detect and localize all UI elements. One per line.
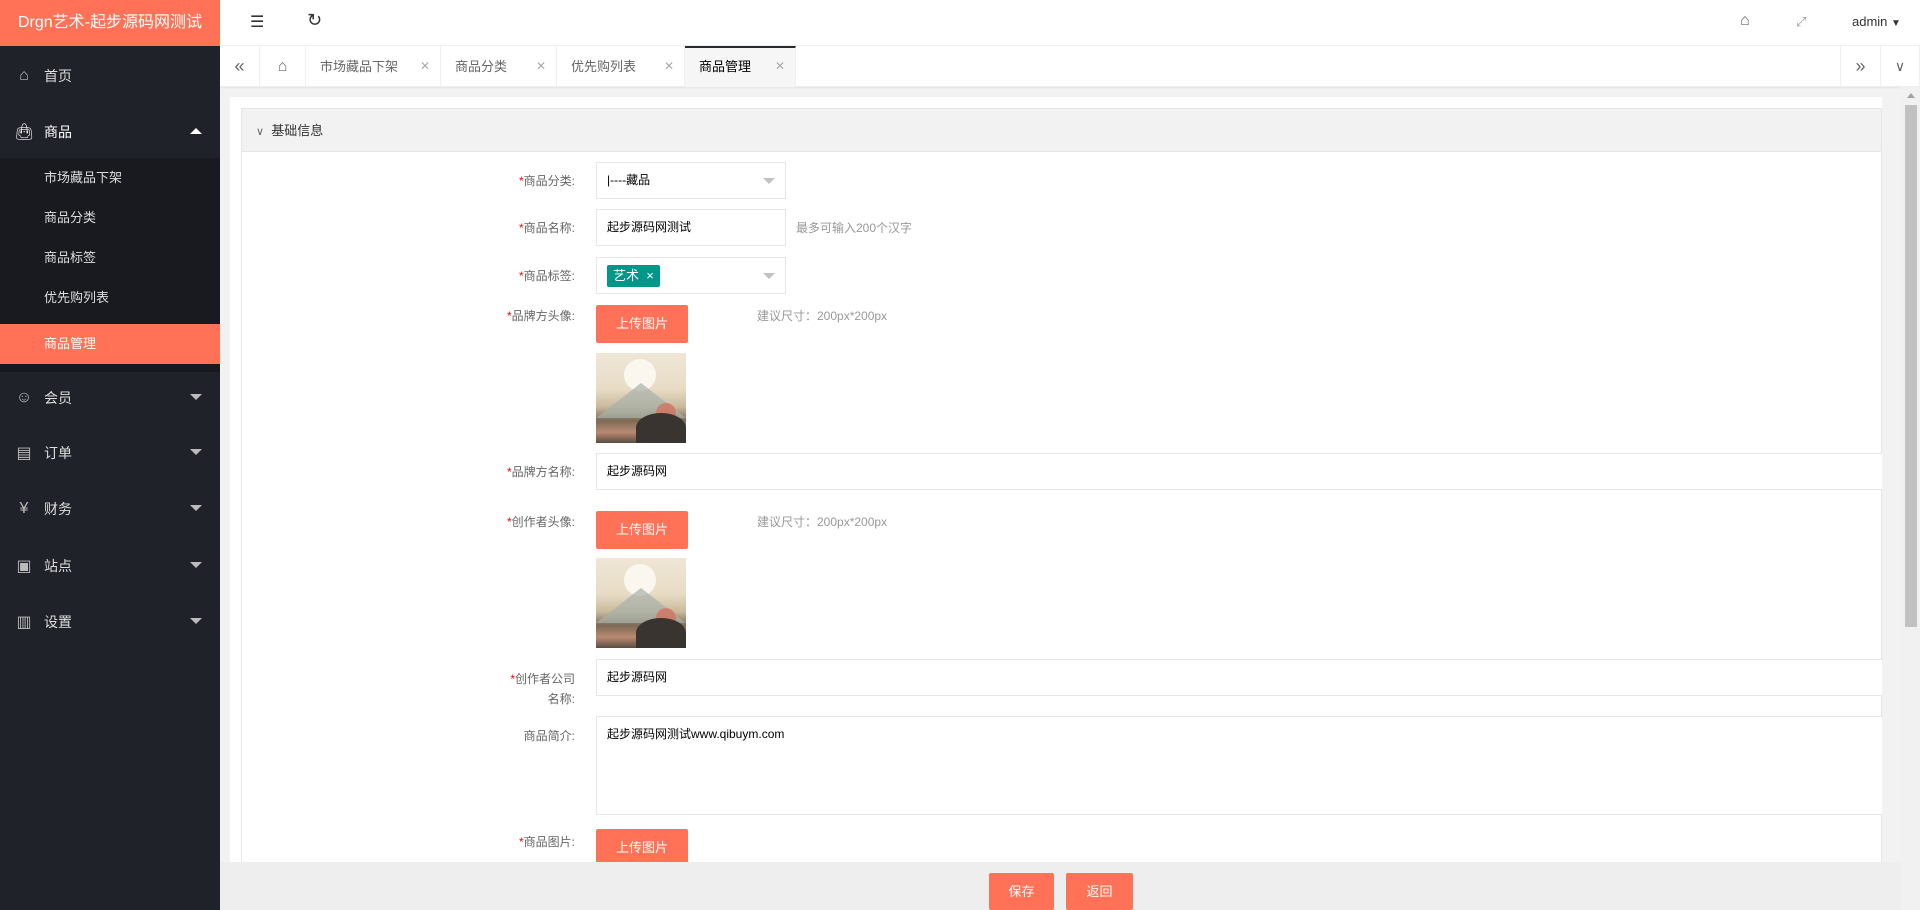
category-label: *商品分类: [518, 174, 575, 188]
caret-down-icon [190, 505, 202, 511]
close-icon[interactable]: ✕ [536, 46, 546, 87]
caret-down-icon: ▼ [1891, 18, 1901, 29]
settings-monitor-icon: ▥ [16, 614, 32, 631]
tab-goods-manage[interactable]: 商品管理 ✕ [685, 46, 796, 87]
save-button[interactable]: 保存 [989, 873, 1054, 910]
brand-avatar-upload-button[interactable]: 上传图片 [596, 305, 688, 343]
caret-down-icon [190, 562, 202, 568]
name-label: *商品名称: [518, 221, 575, 235]
brand-name-input[interactable]: 起步源码网 [596, 453, 1882, 490]
tab-bar: « ⌂ 市场藏品下架 ✕ 商品分类 ✕ 优先购列表 ✕ 商品管理 ✕ » ∨ [220, 46, 1920, 87]
scrollbar[interactable] [1902, 87, 1920, 910]
tab-label: 优先购列表 [571, 59, 637, 74]
sidebar-item-label: 首页 [44, 68, 72, 84]
user-icon: ☺ [15, 389, 33, 406]
tab-priority-list[interactable]: 优先购列表 ✕ [557, 46, 685, 87]
user-menu[interactable]: admin ▼ [1852, 14, 1901, 29]
creator-avatar-image [596, 558, 686, 648]
finance-icon: ¥ [19, 500, 29, 517]
clipboard-icon: ▤ [16, 445, 32, 462]
section-header[interactable]: ∨ 基础信息 [242, 109, 1881, 152]
caret-down-icon [763, 178, 775, 184]
app-logo-title: Drgn艺术-起步源码网测试 [0, 0, 220, 46]
username: admin [1852, 14, 1888, 29]
close-icon[interactable]: ✕ [664, 46, 674, 87]
scroll-up-icon[interactable] [1907, 93, 1915, 98]
tab-home-icon[interactable]: ⌂ [260, 46, 306, 87]
tab-label: 商品分类 [455, 59, 508, 74]
submenu-item-tags[interactable]: 商品标签 [0, 238, 220, 278]
intro-textarea[interactable]: 起步源码网测试www.qibuym.com [596, 716, 1882, 815]
section-title: 基础信息 [271, 123, 324, 138]
name-input[interactable]: 起步源码网测试 [596, 209, 786, 246]
shopping-bag-icon: 👜︎ [14, 124, 35, 141]
scrollbar-thumb[interactable] [1905, 105, 1917, 627]
images-label: *商品图片: [518, 835, 575, 849]
fullscreen-icon[interactable]: ⤢ [1796, 14, 1806, 30]
sidebar-item-home[interactable]: ⌂ 首页 [0, 48, 220, 104]
caret-up-icon [190, 128, 202, 134]
sidebar-item-settings[interactable]: ▥ 设置 [0, 594, 220, 650]
tabs-menu-chevron-down-icon[interactable]: ∨ [1881, 46, 1920, 87]
tags-select[interactable]: 艺术 × [596, 257, 786, 294]
creator-company-label: *创作者公司名称: [510, 672, 575, 706]
sidebar-item-site[interactable]: ▣ 站点 [0, 538, 220, 594]
submenu-goods: 市场藏品下架 商品分类 商品标签 优先购列表 商品管理 [0, 158, 220, 372]
sidebar-item-member[interactable]: ☺ 会员 [0, 370, 220, 426]
caret-down-icon [190, 449, 202, 455]
menu-fold-icon[interactable]: ☰ [250, 12, 264, 32]
creator-avatar-label: *创作者头像: [506, 515, 575, 529]
sidebar: ⌂ 首页 👜︎ 商品 市场藏品下架 商品分类 商品标签 优先购列表 商品管理 ☺ 会员… [0, 46, 220, 910]
creator-avatar-upload-button[interactable]: 上传图片 [596, 511, 688, 549]
tab-label: 商品管理 [699, 59, 752, 74]
submenu-item-priority-list[interactable]: 优先购列表 [0, 278, 220, 318]
sidebar-item-label: 站点 [44, 558, 72, 574]
tabs-scroll-left-icon[interactable]: « [220, 46, 260, 87]
tab-label: 市场藏品下架 [320, 59, 399, 74]
tags-label: *商品标签: [518, 269, 575, 283]
back-button[interactable]: 返回 [1066, 873, 1133, 910]
brand-name-label: *品牌方名称: [506, 465, 575, 479]
refresh-icon[interactable]: ↻ [307, 10, 322, 31]
brand-avatar-image [596, 353, 686, 443]
brand-avatar-label: *品牌方头像: [506, 309, 575, 323]
form-panel: ∨ 基础信息 *商品分类: |----藏品 *商品名称: 起步源码网测试 最多可… [230, 97, 1882, 862]
tab-category[interactable]: 商品分类 ✕ [441, 46, 557, 87]
close-icon[interactable]: ✕ [775, 48, 785, 85]
sidebar-item-label: 商品 [44, 124, 72, 140]
caret-down-icon [190, 394, 202, 400]
footer-actions: 保存 返回 [220, 862, 1902, 910]
sidebar-item-label: 财务 [44, 501, 72, 517]
brand-avatar-hint: 建议尺寸：200px*200px [757, 309, 888, 323]
sidebar-item-goods[interactable]: 👜︎ 商品 [0, 104, 220, 160]
top-header: ☰ ↻ ⌂ ⤢ admin ▼ [220, 0, 1920, 46]
sidebar-item-finance[interactable]: ¥ 财务 [0, 481, 220, 537]
tag-chip: 艺术 × [607, 265, 660, 287]
name-hint: 最多可输入200个汉字 [796, 221, 913, 235]
tab-market-delist[interactable]: 市场藏品下架 ✕ [306, 46, 441, 87]
submenu-item-goods-manage[interactable]: 商品管理 [0, 324, 220, 364]
remove-tag-icon[interactable]: × [646, 268, 654, 283]
category-value: |----藏品 [607, 173, 651, 187]
sidebar-item-order[interactable]: ▤ 订单 [0, 425, 220, 481]
creator-company-input[interactable]: 起步源码网 [596, 659, 1882, 696]
images-upload-button[interactable]: 上传图片 [596, 829, 688, 862]
submenu-item-market-delist[interactable]: 市场藏品下架 [0, 158, 220, 198]
creator-avatar-hint: 建议尺寸：200px*200px [757, 515, 888, 529]
close-icon[interactable]: ✕ [420, 46, 430, 87]
chevron-down-icon: ∨ [256, 126, 265, 138]
intro-label: 商品简介: [523, 729, 575, 743]
category-select[interactable]: |----藏品 [596, 162, 786, 199]
caret-down-icon [763, 273, 775, 279]
tabs-scroll-right-icon[interactable]: » [1840, 46, 1881, 87]
sidebar-item-label: 设置 [44, 614, 72, 630]
tag-icon[interactable]: ⌂ [1740, 12, 1750, 30]
submenu-item-category[interactable]: 商品分类 [0, 198, 220, 238]
caret-down-icon [190, 618, 202, 624]
sidebar-item-label: 订单 [44, 445, 72, 461]
home-icon: ⌂ [19, 67, 29, 84]
monitor-chart-icon: ▣ [16, 558, 32, 575]
sidebar-item-label: 会员 [44, 390, 72, 406]
